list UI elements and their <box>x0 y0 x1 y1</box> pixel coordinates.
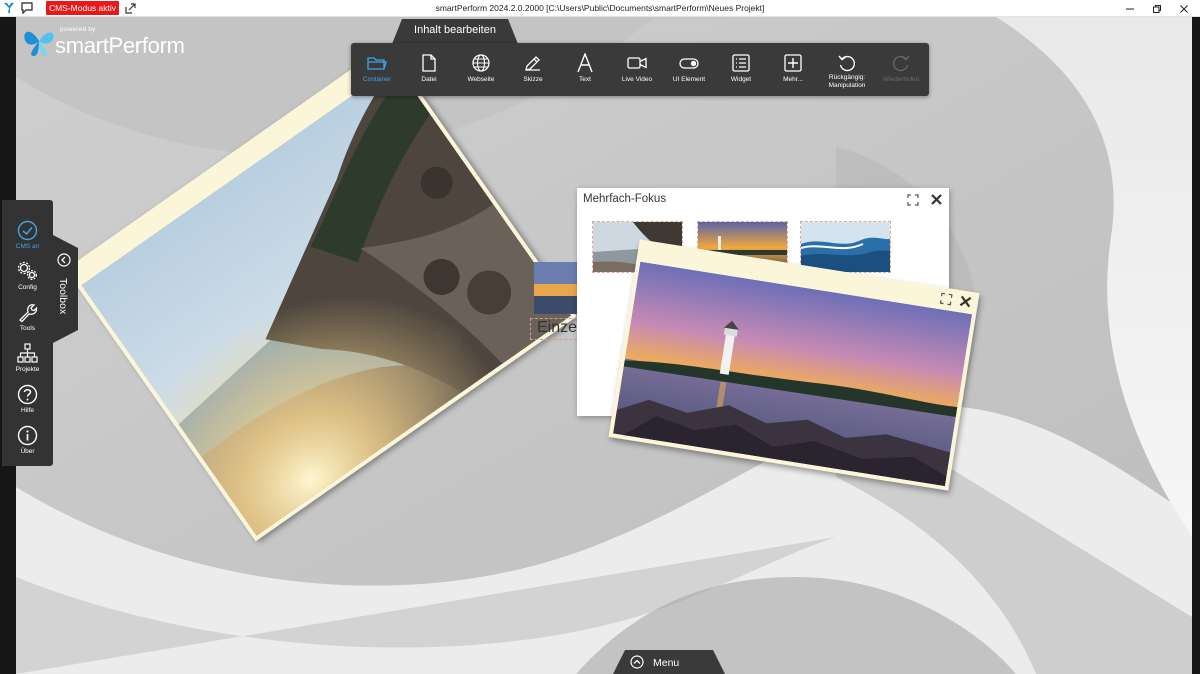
wrench-icon <box>19 304 38 323</box>
brand-name: smartPerform <box>55 33 185 58</box>
restore-icon <box>1153 4 1161 13</box>
brand-logo: powered by smartPerform <box>22 24 187 58</box>
sidebar-item-label: Über <box>20 448 35 455</box>
tool-redo[interactable]: Wiederholen <box>875 43 927 96</box>
bottom-menu-label: Menu <box>653 657 680 669</box>
check-circle-icon <box>17 220 38 241</box>
fullscreen-icon[interactable] <box>939 292 953 306</box>
toolbox-label: Toolbox <box>57 278 69 315</box>
container-thumbnail[interactable] <box>534 262 580 314</box>
right-frame <box>1192 17 1200 674</box>
edit-content-tab[interactable]: Inhalt bearbeiten <box>392 19 518 44</box>
bottom-menu-tab[interactable]: Menu <box>613 650 725 674</box>
folder-icon <box>367 57 387 70</box>
edit-content-tab-label: Inhalt bearbeiten <box>414 24 496 36</box>
pencil-icon <box>525 56 540 71</box>
chevron-up-circle-icon <box>630 655 644 669</box>
left-sidebar: CMS an Config Tools Projekte Hilfe Über <box>2 200 53 466</box>
sidebar-item-config[interactable]: Config <box>2 259 53 299</box>
toggle-icon <box>679 58 699 69</box>
close-window-button[interactable] <box>1167 0 1200 17</box>
tool-file[interactable]: Datei <box>403 43 455 96</box>
undo-icon <box>838 55 856 72</box>
multi-focus-thumb-waves[interactable] <box>800 221 891 273</box>
redo-icon <box>892 55 910 72</box>
gears-icon <box>17 261 37 280</box>
file-icon <box>422 54 436 72</box>
tool-website[interactable]: Webseite <box>455 43 507 96</box>
sidebar-item-label: Tools <box>19 325 36 332</box>
sidebar-item-label: Projekte <box>15 366 40 373</box>
sunset-thumbnail-image <box>534 262 580 314</box>
single-focus-label[interactable]: Einzel <box>530 318 582 340</box>
fullscreen-icon[interactable] <box>907 194 919 206</box>
sidebar-item-label: CMS an <box>15 243 40 250</box>
close-icon <box>1180 4 1188 13</box>
multi-focus-title: Mehrfach-Fokus <box>583 193 667 205</box>
sidebar-item-projects[interactable]: Projekte <box>2 341 53 381</box>
minimize-icon <box>1126 8 1134 9</box>
plus-square-icon <box>784 54 802 72</box>
tool-undo[interactable]: Rückgängig: Manipulation <box>821 43 873 96</box>
window-title: smartPerform 2024.2.0.2000 [C:\Users\Pub… <box>435 3 765 13</box>
help-icon <box>17 384 38 405</box>
tool-live-video[interactable]: Live Video <box>611 43 663 96</box>
tool-redo-label: Wiederholen <box>882 76 920 83</box>
brand-powered-by: powered by <box>60 26 96 33</box>
tool-text[interactable]: Text <box>559 43 611 96</box>
sidebar-item-label: Config <box>18 284 37 291</box>
close-icon[interactable] <box>958 294 973 309</box>
waves-thumbnail-image <box>801 222 890 272</box>
video-camera-icon <box>627 57 647 69</box>
butterfly-logo-icon <box>24 31 54 56</box>
info-icon <box>17 425 38 446</box>
edit-toolbar: Container Datei Webseite Skizze Text Liv… <box>351 43 929 96</box>
tool-widget[interactable]: Widget <box>715 43 767 96</box>
sidebar-item-cms[interactable]: CMS an <box>2 218 53 258</box>
tool-sketch[interactable]: Skizze <box>507 43 559 96</box>
sidebar-item-label: Hilfe <box>20 407 34 414</box>
tool-more[interactable]: Mehr... <box>767 43 819 96</box>
sidebar-item-about[interactable]: Über <box>2 423 53 463</box>
title-bar: CMS-Modus aktiv smartPerform 2024.2.0.20… <box>0 0 1200 17</box>
globe-icon <box>472 54 490 72</box>
chevron-left-circle-icon <box>57 253 71 267</box>
widget-icon <box>732 54 750 72</box>
sitemap-icon <box>17 343 38 363</box>
sidebar-item-tools[interactable]: Tools <box>2 300 53 340</box>
close-icon[interactable] <box>930 193 943 206</box>
sidebar-item-help[interactable]: Hilfe <box>2 382 53 422</box>
tool-container[interactable]: Container <box>351 43 403 96</box>
tool-ui-element[interactable]: UI Element <box>663 43 715 96</box>
text-icon <box>577 53 593 73</box>
